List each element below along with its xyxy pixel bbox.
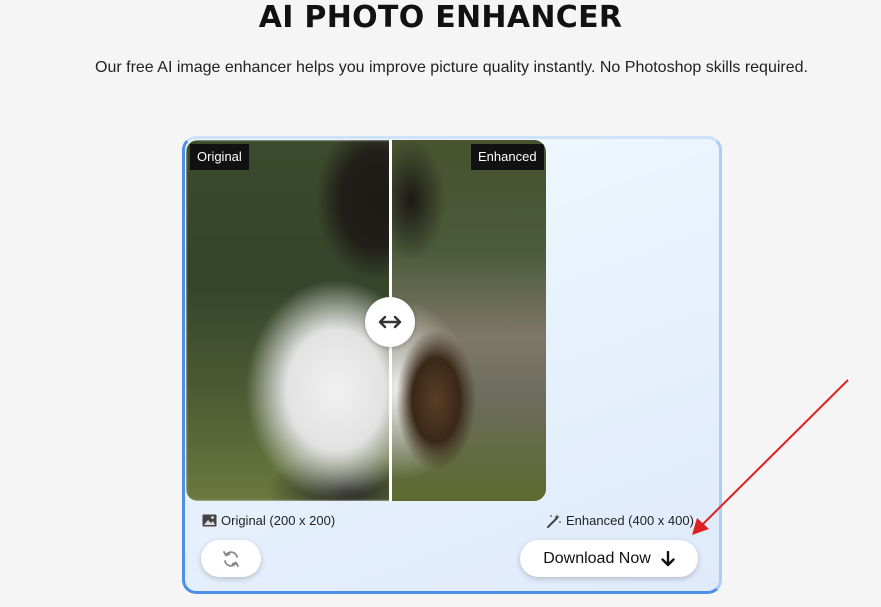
annotation-arrow [692, 379, 849, 535]
